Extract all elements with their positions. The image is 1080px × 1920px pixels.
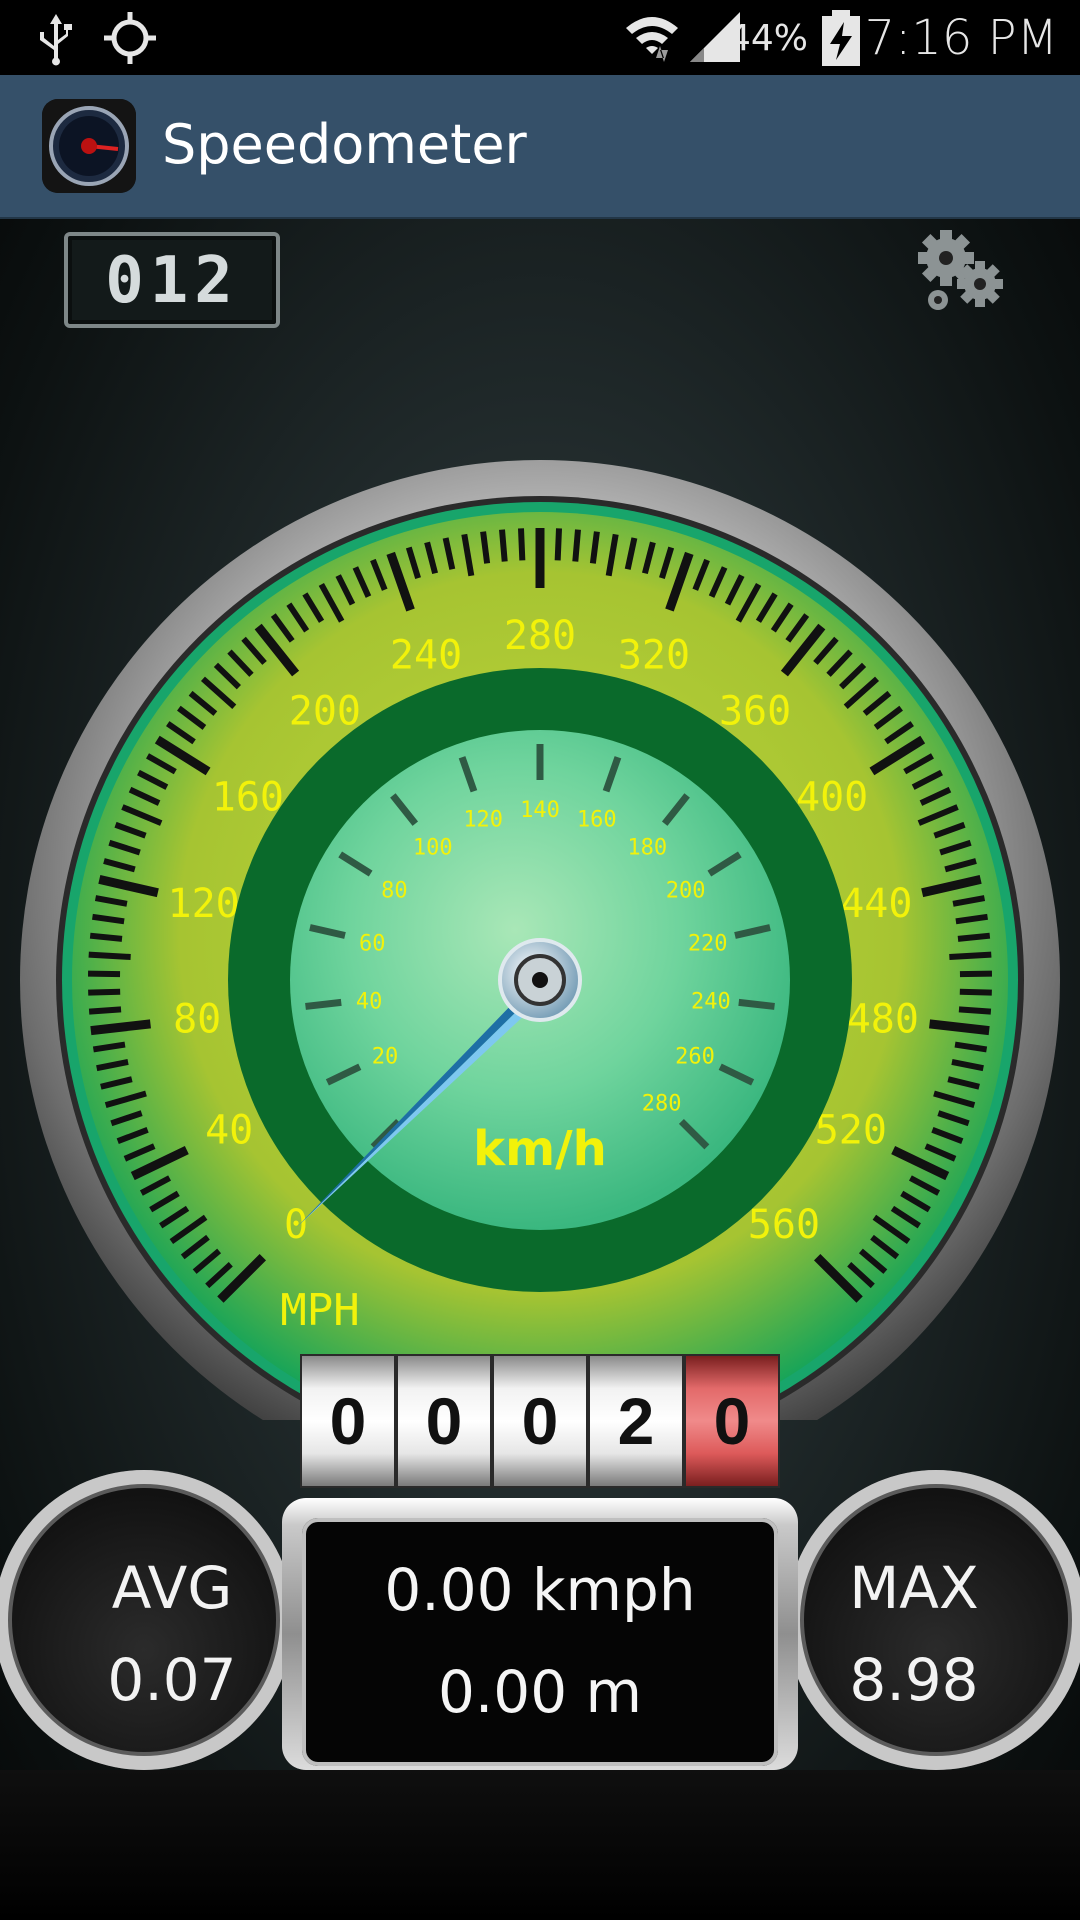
outer-scale-label: 280 [504,613,576,659]
outer-tick [88,988,121,996]
outer-tick [480,531,491,564]
inner-scale-label: 280 [642,1092,682,1117]
max-value: 8.98 [849,1646,979,1714]
avg-label: AVG [111,1554,233,1622]
odometer-digit: 0 [300,1354,396,1488]
distance: 0.00 m [437,1658,643,1726]
app-title: Speedometer [162,113,527,176]
outer-tick [959,988,992,996]
inner-scale-label: 160 [577,808,617,833]
inner-scale-label: 180 [627,836,667,861]
outer-tick [589,531,600,564]
odometer-digit: 0 [396,1354,492,1488]
inner-scale-label: 20 [372,1045,399,1070]
outer-scale-label: 240 [390,632,462,678]
inner-scale-label: 120 [463,808,503,833]
clock: 7:16 PM [864,10,1058,66]
battery-charging-icon [822,10,860,66]
action-bar: Speedometer [0,75,1080,219]
status-bar: 44% 7:16 PM [0,0,1080,75]
outer-scale-label: 200 [289,688,361,734]
outer-scale-label: 440 [840,881,912,927]
max-label: MAX [849,1554,979,1622]
trip-counter: 012 [64,232,280,328]
inner-unit-label: km/h [473,1121,607,1177]
speedometer-gauge: 04080120160200240 280 32036040044048052056… [20,460,1060,1420]
odometer-digit-tenths: 0 [684,1354,780,1488]
wifi-icon [626,17,678,62]
outer-tick [957,932,991,942]
outer-scale-label: 120 [168,881,240,927]
outer-scale-label: 360 [719,688,791,734]
outer-scale-label: 480 [847,997,919,1043]
outer-tick [499,529,508,562]
readout-panel: 0.00 kmph 0.00 m [282,1498,798,1770]
inner-scale-label: 240 [691,989,731,1014]
max-pod: MAX 8.98 [786,1470,1080,1770]
outer-scale-label: 0 [284,1202,308,1248]
gear-icon[interactable] [910,228,1010,324]
inner-scale-label: 80 [381,878,408,903]
gps-icon [104,12,156,64]
outer-scale-label: 560 [748,1202,820,1248]
outer-tick [89,932,123,942]
inner-scale-label: 40 [356,989,383,1014]
outer-tick [958,1006,992,1015]
outer-tick [554,528,563,561]
outer-scale-label: 400 [796,774,868,820]
outer-scale-label: 80 [173,997,221,1043]
outer-scale-label: 160 [212,774,284,820]
inner-scale-label: 200 [666,878,706,903]
inner-scale-label: 60 [359,932,386,957]
trip-counter-value: 012 [105,244,239,318]
inner-scale-label: 260 [675,1045,715,1070]
odometer-digit: 2 [588,1354,684,1488]
outer-unit-label: MPH [280,1285,359,1336]
outer-tick [572,529,581,562]
outer-scale-label: 40 [205,1108,253,1154]
avg-value: 0.07 [107,1646,237,1714]
outer-tick [88,951,131,961]
odometer-digit: 0 [492,1354,588,1488]
inner-tick [738,998,775,1010]
inner-scale-label: 140 [520,798,560,823]
inner-tick [305,998,342,1010]
outer-tick [517,528,526,561]
inner-scale-label: 220 [688,932,728,957]
current-speed: 0.00 kmph [384,1556,696,1624]
usb-icon [40,14,72,66]
inner-scale-label: 100 [413,836,453,861]
outer-scale-label: 320 [618,632,690,678]
battery-percent: 44% [727,18,808,59]
avg-pod: AVG 0.07 [0,1470,294,1770]
speedometer-app-icon[interactable] [42,99,136,193]
outer-scale-label: 520 [815,1108,887,1154]
odometer: 0 0 0 2 0 [300,1354,780,1488]
outer-tick [949,951,992,961]
stats-panel: AVG 0.07 MAX 8.98 0.00 kmph 0.00 m [0,1470,1080,1770]
bottom-strip [0,1770,1080,1920]
outer-tick [88,1006,122,1015]
